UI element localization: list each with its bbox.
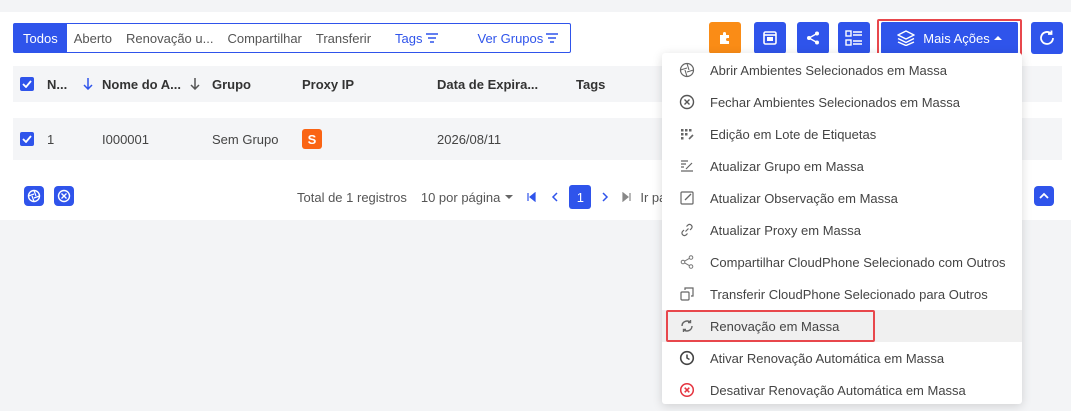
list-view-button[interactable] (838, 22, 870, 54)
tab-todos[interactable]: Todos (14, 24, 67, 52)
header-tags: Tags (576, 76, 606, 92)
menu-item-enable-auto-renew[interactable]: Ativar Renovação Automática em Massa (662, 342, 1022, 374)
header-name[interactable]: Nome do A... (102, 66, 181, 102)
select-all-checkbox[interactable] (20, 66, 34, 102)
aperture-icon (679, 62, 695, 78)
tab-tags[interactable]: Tags (388, 24, 444, 52)
menu-item-label: Desativar Renovação Automática em Massa (710, 382, 966, 398)
caret-down-icon (505, 195, 514, 199)
menu-item-disable-auto-renew[interactable]: Desativar Renovação Automática em Massa (662, 374, 1022, 406)
checkbox-checked (20, 77, 34, 91)
chevron-up-icon (1039, 192, 1049, 199)
share-icon (807, 31, 819, 45)
sort-arrow-icon[interactable] (83, 66, 93, 102)
row-group: Sem Grupo (212, 131, 279, 147)
row-name: I000001 (102, 131, 149, 147)
menu-item-label: Atualizar Grupo em Massa (710, 158, 864, 174)
share-icon (679, 254, 695, 270)
next-page-icon[interactable] (601, 192, 609, 202)
window-button[interactable] (754, 22, 786, 54)
checkbox-checked (20, 132, 34, 146)
menu-item-batch-tags[interactable]: Edição em Lote de Etiquetas (662, 118, 1022, 150)
caret-up-icon (993, 36, 1002, 40)
clock-icon (679, 350, 695, 366)
close-circle-red-icon (679, 382, 695, 398)
share-button[interactable] (797, 22, 829, 54)
menu-item-label: Transferir CloudPhone Selecionado para O… (710, 286, 988, 302)
menu-item-label: Atualizar Proxy em Massa (710, 222, 861, 238)
total-records: Total de 1 registros (297, 189, 407, 205)
close-selected-button[interactable] (54, 186, 74, 206)
aperture-icon (27, 189, 41, 203)
layers-icon (897, 30, 915, 46)
group-edit-icon (679, 158, 695, 174)
transfer-icon (679, 286, 695, 302)
header-no[interactable]: N... (47, 66, 67, 102)
more-actions-button[interactable]: Mais Ações (881, 22, 1018, 54)
filter-lines-icon (546, 33, 559, 43)
tab-compartilhar[interactable]: Compartilhar (220, 24, 308, 52)
filter-tabs: Todos Aberto Renovação u... Compartilhar… (13, 23, 571, 53)
window-stack-icon (763, 31, 777, 45)
first-page-icon[interactable] (527, 192, 537, 202)
filter-lines-icon (425, 33, 438, 43)
list-view-icon (845, 30, 862, 46)
refresh-icon (1040, 30, 1054, 45)
note-edit-icon (679, 190, 695, 206)
header-name-label: Nome do A... (102, 76, 181, 92)
menu-item-close-envs[interactable]: Fechar Ambientes Selecionados em Massa (662, 86, 1022, 118)
open-selected-button[interactable] (24, 186, 44, 206)
scroll-top-button[interactable] (1034, 186, 1054, 206)
more-actions-menu: Abrir Ambientes Selecionados em Massa Fe… (662, 53, 1022, 404)
current-page[interactable]: 1 (569, 185, 592, 209)
tab-ver-grupos-label: Ver Grupos (477, 30, 544, 46)
menu-item-update-proxy[interactable]: Atualizar Proxy em Massa (662, 214, 1022, 246)
menu-item-bulk-renew[interactable]: Renovação em Massa (662, 310, 1022, 342)
menu-item-label: Ativar Renovação Automática em Massa (710, 350, 945, 366)
menu-item-update-group[interactable]: Atualizar Grupo em Massa (662, 150, 1022, 182)
menu-item-label: Abrir Ambientes Selecionados em Massa (710, 62, 948, 78)
header-no-label: N... (47, 76, 68, 92)
per-page-select[interactable]: 10 por página (421, 190, 514, 205)
menu-item-label: Fechar Ambientes Selecionados em Massa (710, 94, 961, 110)
row-checkbox[interactable] (20, 118, 34, 160)
tab-tags-label: Tags (395, 30, 423, 46)
menu-item-transfer-cloudphone[interactable]: Transferir CloudPhone Selecionado para O… (662, 278, 1022, 310)
tab-renovacao[interactable]: Renovação u... (119, 24, 220, 52)
header-proxy: Proxy IP (302, 76, 355, 92)
check-icon (22, 80, 32, 88)
menu-item-label: Atualizar Observação em Massa (710, 190, 898, 206)
last-page-icon[interactable] (621, 192, 631, 202)
tab-aberto[interactable]: Aberto (67, 24, 119, 52)
link-icon (679, 222, 695, 238)
menu-item-share-cloudphone[interactable]: Compartilhar CloudPhone Selecionado com … (662, 246, 1022, 278)
close-circle-icon (679, 94, 695, 110)
extension-button[interactable] (709, 22, 741, 54)
per-page-label: 10 por página (420, 189, 501, 205)
menu-item-label: Edição em Lote de Etiquetas (710, 126, 877, 142)
refresh-button[interactable] (1031, 22, 1063, 54)
tab-ver-grupos[interactable]: Ver Grupos (471, 24, 566, 52)
refresh-icon (679, 318, 695, 334)
row-proxy[interactable]: S (302, 118, 322, 160)
menu-item-update-note[interactable]: Atualizar Observação em Massa (662, 182, 1022, 214)
menu-item-label: Compartilhar CloudPhone Selecionado com … (710, 254, 1006, 270)
puzzle-icon (720, 32, 729, 44)
close-circle-icon (57, 189, 71, 203)
tag-grid-icon (679, 126, 695, 142)
check-icon (22, 135, 32, 143)
tab-transferir[interactable]: Transferir (309, 24, 378, 52)
sort-arrow-icon[interactable] (190, 66, 200, 102)
more-actions-label: Mais Ações (923, 30, 990, 46)
pagination: Total de 1 registros 10 por página 1 Ir … (297, 184, 671, 210)
proxy-badge: S (302, 129, 322, 149)
menu-item-label: Renovação em Massa (710, 318, 840, 334)
header-expiry[interactable]: Data de Expira... (437, 66, 538, 102)
prev-page-icon[interactable] (551, 192, 559, 202)
row-no: 1 (47, 131, 55, 147)
menu-item-open-envs[interactable]: Abrir Ambientes Selecionados em Massa (662, 54, 1022, 86)
row-expiry: 2026/08/11 (437, 131, 502, 147)
header-group: Grupo (212, 76, 251, 92)
